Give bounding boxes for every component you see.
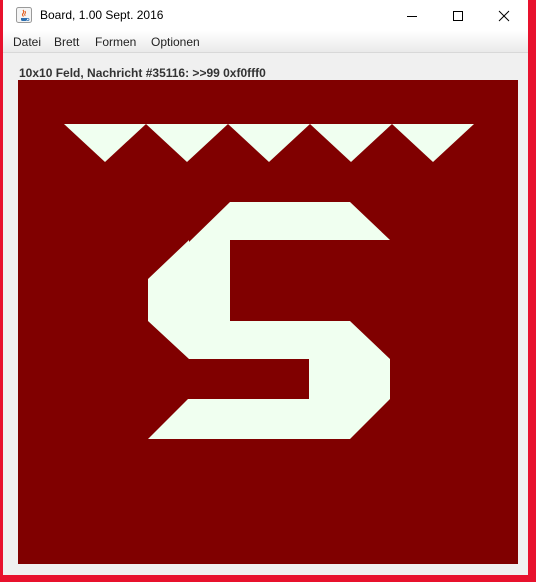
menu-brett[interactable]: Brett (54, 35, 79, 49)
menu-optionen[interactable]: Optionen (151, 35, 200, 49)
maximize-button[interactable] (435, 0, 481, 31)
close-icon (498, 10, 510, 21)
minimize-button[interactable] (389, 0, 435, 31)
title-bar[interactable]: Board, 1.00 Sept. 2016 (3, 0, 528, 31)
board-canvas[interactable] (18, 80, 518, 564)
java-icon[interactable] (16, 7, 32, 23)
window-title: Board, 1.00 Sept. 2016 (40, 8, 164, 22)
menu-bar: Datei Brett Formen Optionen (3, 31, 528, 53)
menu-formen[interactable]: Formen (95, 35, 136, 49)
close-button[interactable] (481, 0, 527, 31)
status-message: 10x10 Feld, Nachricht #35116: >>99 0xf0f… (19, 66, 266, 80)
maximize-icon (453, 10, 463, 21)
minimize-icon (407, 15, 417, 17)
menu-datei[interactable]: Datei (13, 35, 41, 49)
app-window: Board, 1.00 Sept. 2016 Datei Brett Forme… (3, 0, 528, 575)
